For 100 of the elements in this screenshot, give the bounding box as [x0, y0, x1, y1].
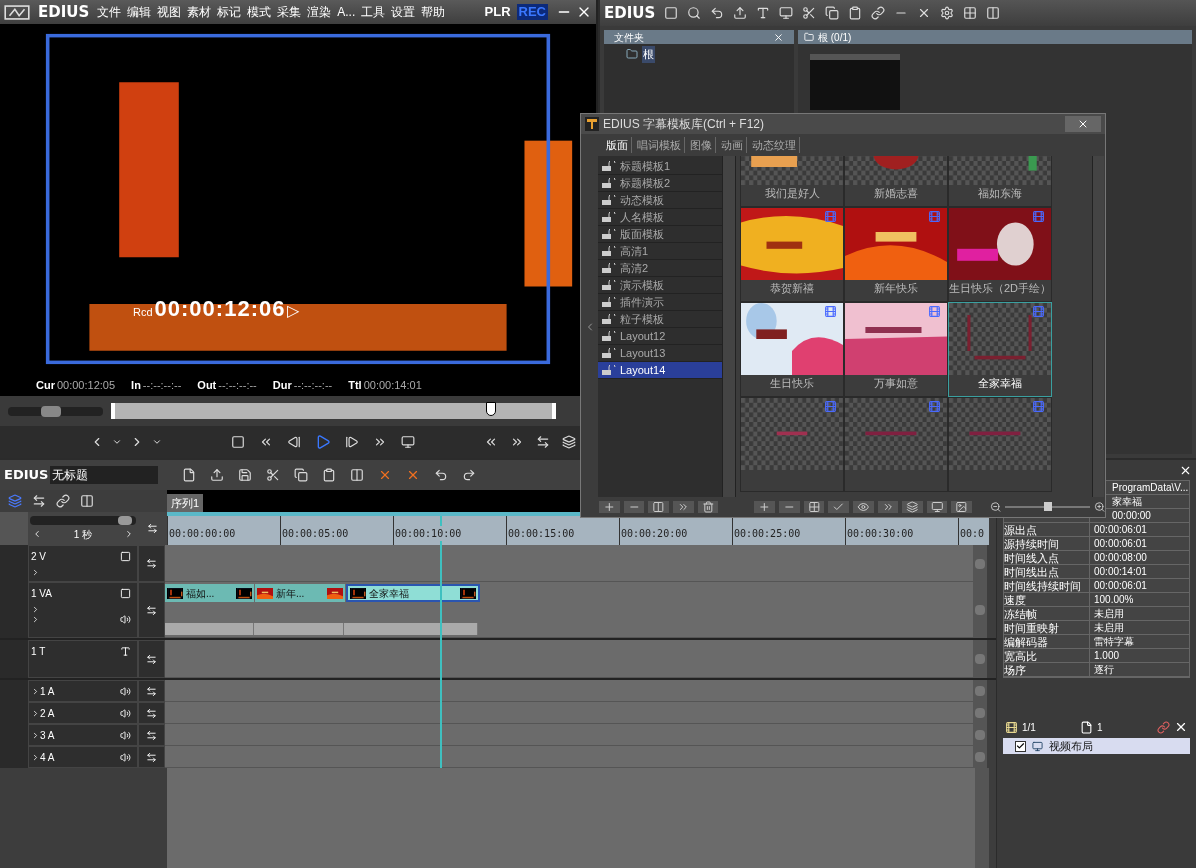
undo-icon[interactable]: [434, 468, 449, 482]
speaker-icon[interactable]: [120, 752, 131, 763]
scrollbar[interactable]: [975, 768, 989, 868]
menu-item[interactable]: A...: [337, 3, 356, 21]
category-item[interactable]: 人名模板: [598, 209, 722, 226]
sync-icon[interactable]: [147, 523, 158, 534]
timeline-clip[interactable]: 新年...: [255, 584, 345, 602]
dropdown-icon[interactable]: [152, 437, 162, 447]
tab[interactable]: 动态纹理: [749, 136, 800, 154]
copy-icon[interactable]: [825, 6, 840, 20]
slider-thumb[interactable]: [118, 515, 133, 525]
toolbar-icon[interactable]: [926, 501, 948, 513]
paste-icon[interactable]: [848, 6, 863, 20]
track-header[interactable]: 1 VA: [28, 582, 138, 638]
layers-icon[interactable]: [562, 435, 576, 449]
speaker-icon[interactable]: [120, 730, 131, 741]
slider-thumb[interactable]: [1043, 502, 1052, 511]
effect-item[interactable]: 视频布局: [1003, 738, 1190, 754]
tab[interactable]: 图像: [687, 136, 716, 154]
track-header[interactable]: 1 A: [28, 680, 138, 702]
menu-item[interactable]: 采集: [277, 3, 302, 21]
slider-thumb[interactable]: [40, 405, 61, 417]
menu-item[interactable]: 模式: [247, 3, 272, 21]
zoom-in-icon[interactable]: [124, 529, 134, 539]
toolbar-icon[interactable]: [623, 501, 645, 513]
category-item[interactable]: Layout14: [598, 362, 722, 379]
track-header[interactable]: 1 T: [28, 640, 138, 678]
template-tile[interactable]: 新年快乐: [844, 207, 948, 302]
scrollbar[interactable]: [973, 680, 987, 702]
shuttle-slider[interactable]: [8, 406, 103, 416]
monitor-icon[interactable]: [779, 6, 794, 20]
replace-icon[interactable]: [350, 468, 365, 482]
scrollbar[interactable]: [973, 640, 987, 678]
redo-icon[interactable]: [462, 468, 477, 482]
sync-button[interactable]: [138, 724, 165, 746]
toolbar-icon[interactable]: [902, 501, 923, 513]
title-icon[interactable]: [756, 6, 771, 20]
category-item[interactable]: 标题模板1: [598, 158, 722, 175]
template-tile[interactable]: [740, 397, 844, 492]
folder-item[interactable]: 根: [642, 46, 655, 63]
expand-icon[interactable]: [31, 731, 40, 740]
template-tile[interactable]: 生日快乐（2D手绘）: [948, 207, 1052, 302]
close-icon[interactable]: [1077, 118, 1089, 130]
scrollbar[interactable]: [1092, 156, 1104, 497]
sync-icon[interactable]: [146, 685, 157, 697]
link-icon[interactable]: [871, 6, 886, 20]
ripple-icon[interactable]: [32, 494, 46, 508]
dropdown-icon[interactable]: [112, 437, 122, 447]
checkbox[interactable]: [1015, 740, 1026, 752]
template-tile[interactable]: 全家幸福: [948, 302, 1052, 397]
sync-button[interactable]: [138, 680, 165, 702]
zoom-level[interactable]: 1 秒: [73, 526, 93, 542]
layout-icon[interactable]: [986, 6, 1001, 20]
sync-icon[interactable]: [146, 751, 157, 763]
open-icon[interactable]: [210, 468, 225, 482]
zoom-control[interactable]: 1 秒: [28, 512, 138, 545]
text-icon[interactable]: [120, 646, 131, 657]
sync-icon[interactable]: [146, 604, 157, 616]
toolbar-icon[interactable]: [828, 501, 849, 513]
category-item[interactable]: Layout12: [598, 328, 722, 345]
category-item[interactable]: 粒子模板: [598, 311, 722, 328]
category-item[interactable]: 动态模板: [598, 192, 722, 209]
fast-forward-icon[interactable]: [373, 435, 387, 449]
scissors-icon[interactable]: [266, 468, 281, 482]
template-tile[interactable]: 恭贺新禧: [740, 207, 844, 302]
zoom-slider[interactable]: [30, 515, 136, 525]
mode-button[interactable]: PLR: [482, 4, 513, 20]
menu-item[interactable]: 视图: [157, 3, 182, 21]
video-icon[interactable]: [120, 551, 131, 562]
clip-thumbnail[interactable]: [810, 54, 900, 110]
expand-icon[interactable]: [31, 709, 40, 718]
speaker-icon[interactable]: [120, 614, 131, 625]
menu-item[interactable]: 文件: [97, 3, 122, 21]
video-icon[interactable]: [120, 588, 131, 599]
add-clip-icon[interactable]: [733, 6, 748, 20]
category-item[interactable]: 演示模板: [598, 277, 722, 294]
tab[interactable]: 唱词模板: [634, 136, 685, 154]
position-marker[interactable]: [485, 402, 496, 416]
scrollbar[interactable]: [722, 156, 736, 497]
sync-icon[interactable]: [146, 558, 157, 569]
view-icon[interactable]: [963, 6, 978, 20]
toolbar-icon[interactable]: [951, 501, 973, 513]
category-item[interactable]: 高清1: [598, 243, 722, 260]
sync-button[interactable]: [138, 640, 165, 678]
zoom-out-icon[interactable]: [990, 501, 1002, 513]
step-back-icon[interactable]: [287, 435, 301, 449]
sync-icon[interactable]: [146, 707, 157, 719]
toolbar-icon[interactable]: [754, 501, 775, 513]
menu-item[interactable]: 编辑: [127, 3, 152, 21]
audio-clip[interactable]: [254, 623, 344, 635]
folder-icon[interactable]: [626, 48, 638, 61]
track-header[interactable]: 2 A: [28, 702, 138, 724]
trim-icon[interactable]: [536, 435, 550, 449]
expand-icon[interactable]: [31, 568, 40, 577]
sync-button[interactable]: [138, 702, 165, 724]
sync-icon[interactable]: [146, 729, 157, 741]
paste-icon[interactable]: [322, 468, 337, 482]
expand-icon[interactable]: [31, 753, 40, 762]
track-header[interactable]: 4 A: [28, 746, 138, 768]
speaker-icon[interactable]: [120, 708, 131, 719]
